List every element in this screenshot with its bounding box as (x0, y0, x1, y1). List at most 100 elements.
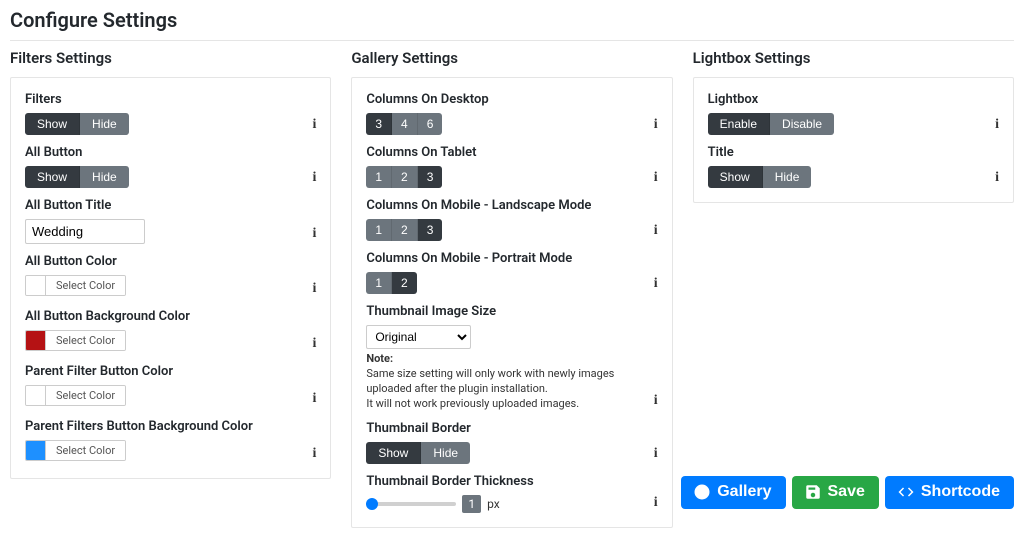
thumb-border-toggle[interactable]: Show Hide (366, 442, 470, 464)
all-button-bg-label: All Button Background Color (25, 309, 316, 324)
info-icon[interactable]: i (312, 281, 316, 297)
lightbox-title-show[interactable]: Show (708, 166, 763, 188)
plus-circle-icon (693, 483, 711, 501)
all-button-title-input[interactable] (25, 219, 145, 244)
info-icon[interactable]: i (312, 446, 316, 462)
info-icon[interactable]: i (995, 170, 999, 186)
cols-tablet-opt-0[interactable]: 1 (366, 166, 392, 188)
filters-toggle[interactable]: Show Hide (25, 113, 129, 135)
thumb-border-thickness-field: Thumbnail Border Thickness 1 px i (366, 474, 657, 513)
all-button-toggle-show[interactable]: Show (25, 166, 80, 188)
all-button-toggle[interactable]: Show Hide (25, 166, 129, 188)
all-button-color-picker[interactable]: Select Color (25, 275, 126, 296)
settings-columns: Filters Settings Filters Show Hide i All… (10, 49, 1014, 528)
save-button-label: Save (828, 484, 865, 500)
thumb-size-select[interactable]: Original (366, 325, 471, 349)
lightbox-disable[interactable]: Disable (770, 113, 834, 135)
lightbox-title-hide[interactable]: Hide (763, 166, 812, 188)
cols-mobile-land-opt-1[interactable]: 2 (392, 219, 418, 241)
lightbox-title-label: Title (708, 145, 999, 160)
floating-actions: Gallery Save Shortcode (681, 476, 1014, 509)
cols-tablet-opt-2[interactable]: 3 (418, 166, 443, 188)
info-icon[interactable]: i (654, 223, 658, 239)
all-button-toggle-hide[interactable]: Hide (80, 166, 129, 188)
cols-mobile-port-label: Columns On Mobile - Portrait Mode (366, 251, 657, 266)
thickness-value: 1 (462, 495, 481, 513)
cols-mobile-port-toggle[interactable]: 1 2 (366, 272, 416, 294)
info-icon[interactable]: i (312, 226, 316, 242)
info-icon[interactable]: i (654, 446, 658, 462)
cols-mobile-land-opt-2[interactable]: 3 (418, 219, 443, 241)
select-color-label[interactable]: Select Color (46, 386, 125, 405)
info-icon[interactable]: i (312, 391, 316, 407)
thickness-unit: px (487, 497, 500, 511)
cols-desktop-opt-1[interactable]: 4 (392, 113, 418, 135)
thumb-border-hide[interactable]: Hide (421, 442, 470, 464)
gallery-column: Gallery Settings Columns On Desktop 3 4 … (351, 49, 672, 528)
gallery-button[interactable]: Gallery (681, 476, 785, 509)
slider-thumb[interactable] (366, 498, 378, 510)
filters-heading: Filters Settings (10, 49, 331, 67)
parent-filter-bg-label: Parent Filters Button Background Color (25, 419, 316, 434)
color-swatch (26, 331, 46, 350)
gallery-heading: Gallery Settings (351, 49, 672, 67)
cols-tablet-toggle[interactable]: 1 2 3 (366, 166, 442, 188)
cols-mobile-land-field: Columns On Mobile - Landscape Mode 1 2 3… (366, 198, 657, 241)
select-color-label[interactable]: Select Color (46, 441, 125, 460)
all-button-title-label: All Button Title (25, 198, 316, 213)
select-color-label[interactable]: Select Color (46, 276, 125, 295)
info-icon[interactable]: i (312, 117, 316, 133)
note-title: Note: (366, 352, 657, 367)
cols-tablet-field: Columns On Tablet 1 2 3 i (366, 145, 657, 188)
lightbox-toggle[interactable]: Enable Disable (708, 113, 834, 135)
parent-filter-color-field: Parent Filter Button Color Select Color … (25, 364, 316, 409)
lightbox-field: Lightbox Enable Disable i (708, 92, 999, 135)
cols-desktop-field: Columns On Desktop 3 4 6 i (366, 92, 657, 135)
info-icon[interactable]: i (654, 170, 658, 186)
all-button-color-field: All Button Color Select Color i (25, 254, 316, 299)
filters-column: Filters Settings Filters Show Hide i All… (10, 49, 331, 479)
cols-desktop-opt-0[interactable]: 3 (366, 113, 392, 135)
select-color-label[interactable]: Select Color (46, 331, 125, 350)
shortcode-button[interactable]: Shortcode (885, 476, 1014, 509)
cols-mobile-port-opt-0[interactable]: 1 (366, 272, 392, 294)
cols-desktop-opt-2[interactable]: 6 (418, 113, 443, 135)
all-button-label: All Button (25, 145, 316, 160)
code-icon (897, 483, 915, 501)
lightbox-panel: Lightbox Enable Disable i Title Show Hid… (693, 77, 1014, 203)
color-swatch (26, 276, 46, 295)
cols-tablet-opt-1[interactable]: 2 (392, 166, 418, 188)
note-line2: It will not work previously uploaded ima… (366, 397, 579, 410)
filters-toggle-hide[interactable]: Hide (80, 113, 129, 135)
note-line1: Same size setting will only work with ne… (366, 367, 614, 395)
cols-mobile-land-toggle[interactable]: 1 2 3 (366, 219, 442, 241)
info-icon[interactable]: i (654, 117, 658, 133)
thumb-border-show[interactable]: Show (366, 442, 421, 464)
lightbox-title-toggle[interactable]: Show Hide (708, 166, 812, 188)
thumb-size-label: Thumbnail Image Size (366, 304, 657, 319)
info-icon[interactable]: i (995, 117, 999, 133)
cols-desktop-toggle[interactable]: 3 4 6 (366, 113, 442, 135)
info-icon[interactable]: i (312, 336, 316, 352)
info-icon[interactable]: i (654, 393, 658, 409)
filters-toggle-show[interactable]: Show (25, 113, 80, 135)
info-icon[interactable]: i (312, 170, 316, 186)
thickness-slider[interactable] (366, 497, 456, 511)
cols-mobile-port-opt-1[interactable]: 2 (392, 272, 417, 294)
lightbox-column: Lightbox Settings Lightbox Enable Disabl… (693, 49, 1014, 203)
parent-filter-bg-field: Parent Filters Button Background Color S… (25, 419, 316, 464)
lightbox-title-field: Title Show Hide i (708, 145, 999, 188)
cols-mobile-land-opt-0[interactable]: 1 (366, 219, 392, 241)
gallery-button-label: Gallery (717, 484, 771, 500)
all-button-bg-field: All Button Background Color Select Color… (25, 309, 316, 354)
parent-filter-bg-picker[interactable]: Select Color (25, 440, 126, 461)
color-swatch (26, 441, 46, 460)
slider-track (366, 502, 456, 506)
info-icon[interactable]: i (654, 495, 658, 511)
info-icon[interactable]: i (654, 276, 658, 292)
save-button[interactable]: Save (792, 476, 879, 509)
all-button-bg-picker[interactable]: Select Color (25, 330, 126, 351)
lightbox-enable[interactable]: Enable (708, 113, 770, 135)
save-icon (804, 483, 822, 501)
parent-filter-color-picker[interactable]: Select Color (25, 385, 126, 406)
